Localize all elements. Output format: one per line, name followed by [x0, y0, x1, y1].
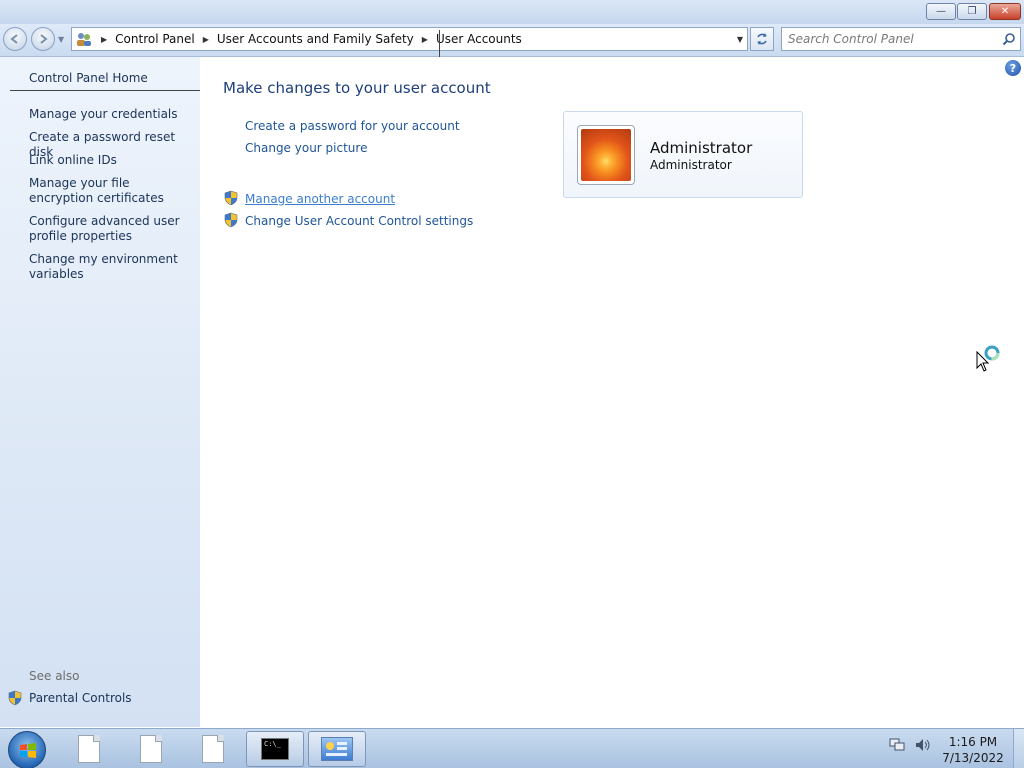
taskbar-clock[interactable]: 1:16 PM 7/13/2022	[938, 734, 1008, 766]
document-icon	[140, 735, 162, 763]
uac-shield-icon	[224, 190, 238, 206]
refresh-button[interactable]	[750, 27, 774, 51]
account-picture	[577, 125, 635, 185]
account-card: Administrator Administrator	[563, 111, 803, 198]
parental-controls-link[interactable]: Parental Controls	[7, 690, 132, 706]
control-panel-window-icon	[321, 737, 353, 761]
network-icon[interactable]	[888, 737, 906, 753]
arrow-left-icon	[10, 34, 18, 44]
account-type: Administrator	[650, 158, 732, 172]
minimize-button[interactable]: —	[926, 3, 956, 20]
taskbar-control-panel[interactable]	[308, 731, 366, 767]
taskbar-document-1[interactable]	[60, 731, 118, 767]
breadcrumb-control-panel[interactable]: Control Panel	[115, 32, 195, 46]
search-input[interactable]	[788, 29, 998, 49]
parental-controls-label: Parental Controls	[29, 691, 132, 705]
create-password-link[interactable]: Create a password for your account	[245, 119, 460, 133]
taskbar: C:\_ 1:16 PM 7/13/2022	[0, 728, 1024, 768]
breadcrumb-separator-icon: ▶	[421, 34, 428, 44]
forward-button[interactable]	[31, 27, 55, 51]
manage-another-account-link[interactable]: Manage another account	[245, 192, 395, 206]
page-title: Make changes to your user account	[223, 79, 491, 97]
clock-time: 1:16 PM	[948, 735, 998, 749]
uac-settings-link[interactable]: Change User Account Control settings	[245, 214, 473, 228]
windows-logo-icon	[20, 743, 36, 758]
breadcrumb-user-accounts[interactable]: User Accounts	[436, 32, 522, 46]
help-icon[interactable]: ?	[1005, 60, 1021, 76]
control-panel-glyph-icon	[326, 742, 347, 756]
restore-button[interactable]: ❐	[957, 3, 987, 20]
breadcrumb-user-accounts-family-safety[interactable]: User Accounts and Family Safety	[217, 32, 414, 46]
command-prompt-icon: C:\_	[261, 738, 289, 760]
change-picture-link[interactable]: Change your picture	[245, 141, 367, 155]
show-desktop-button[interactable]	[1013, 729, 1024, 768]
taskbar-document-2[interactable]	[122, 731, 180, 767]
recent-pages-dropdown[interactable]: ▼	[58, 35, 64, 44]
start-button[interactable]	[8, 731, 46, 768]
document-icon	[202, 735, 224, 763]
taskbar-command-prompt[interactable]: C:\_	[246, 731, 304, 767]
close-button[interactable]: ✕	[989, 3, 1021, 20]
uac-shield-icon	[224, 212, 238, 228]
account-name: Administrator	[650, 139, 753, 157]
window-titlebar: — ❐ ✕	[0, 0, 1024, 24]
environment-variables-link[interactable]: Change my environment variables	[29, 252, 194, 282]
address-bar[interactable]: ▶ Control Panel ▶ User Accounts and Fami…	[71, 27, 748, 51]
search-icon[interactable]	[1002, 32, 1016, 46]
volume-icon[interactable]	[914, 737, 932, 753]
busy-cursor-icon	[976, 345, 1000, 372]
document-icon	[78, 735, 100, 763]
clock-date: 7/13/2022	[942, 751, 1004, 765]
system-tray	[888, 737, 932, 753]
see-also-label: See also	[29, 669, 80, 683]
navigation-bar: ▼ ▶ Control Panel ▶ User Accounts and Fa…	[0, 24, 1024, 57]
control-panel-icon	[77, 33, 91, 46]
advanced-profile-properties-link[interactable]: Configure advanced user profile properti…	[29, 214, 194, 244]
file-encryption-certificates-link[interactable]: Manage your file encryption certificates	[29, 176, 194, 206]
uac-shield-icon	[8, 690, 22, 706]
address-dropdown-icon[interactable]: ▼	[737, 35, 743, 44]
control-panel-home-link[interactable]: Control Panel Home	[29, 71, 194, 86]
breadcrumb-separator-icon: ▶	[202, 34, 209, 44]
arrow-right-icon	[40, 34, 48, 44]
left-pane: Control Panel Home Manage your credentia…	[0, 57, 200, 727]
taskbar-document-3[interactable]	[184, 731, 242, 767]
refresh-icon	[757, 33, 767, 45]
link-online-ids-link[interactable]: Link online IDs	[29, 153, 194, 168]
main-pane: ? Make changes to your user account Crea…	[200, 57, 1024, 727]
flower-image	[581, 129, 631, 181]
manage-credentials-link[interactable]: Manage your credentials	[29, 107, 194, 122]
back-button[interactable]	[3, 27, 27, 51]
breadcrumb-separator-icon: ▶	[101, 34, 108, 44]
search-box	[781, 27, 1021, 51]
